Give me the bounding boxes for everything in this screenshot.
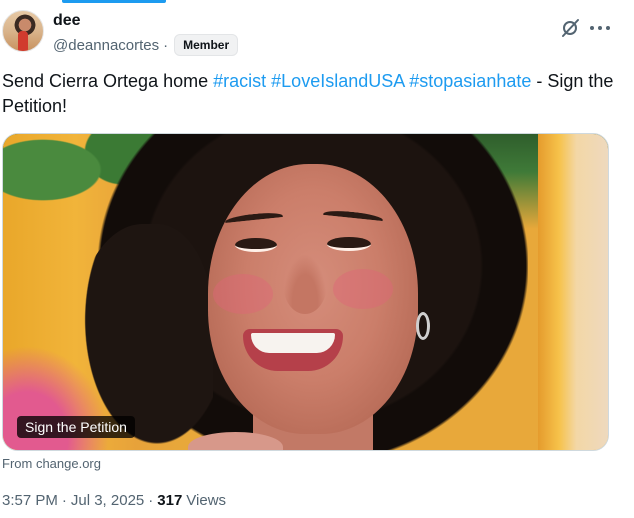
card-teeth: [251, 333, 335, 353]
card-title-label[interactable]: Sign the Petition: [17, 416, 135, 438]
name-row: dee: [53, 12, 81, 30]
card-mouth: [243, 329, 343, 371]
handle-separator: ·: [163, 36, 169, 54]
tweet-header: dee @deannacortes · Member: [0, 8, 634, 58]
tweet-date[interactable]: Jul 3, 2025: [71, 492, 144, 509]
meta-separator-2: ·: [148, 492, 154, 509]
top-accent-bar: [62, 0, 166, 3]
hashtag-loveislandusa[interactable]: #LoveIslandUSA: [271, 71, 404, 91]
card-eye-right: [327, 237, 371, 251]
avatar[interactable]: [2, 10, 44, 52]
tweet-meta: 3:57 PM · Jul 3, 2025 · 317 Views: [2, 492, 226, 509]
handle-row: @deannacortes · Member: [53, 34, 239, 56]
avatar-figure: [18, 31, 28, 51]
display-name[interactable]: dee: [53, 12, 81, 29]
card-earring: [416, 312, 430, 340]
card-eye-left: [235, 238, 277, 252]
tweet-text-plain: Send Cierra Ortega home: [2, 71, 209, 91]
views-label: Views: [186, 492, 227, 509]
more-options-icon[interactable]: [590, 20, 610, 36]
card-right-panel: [538, 134, 608, 450]
card-nose: [283, 254, 327, 314]
grok-icon[interactable]: [560, 18, 580, 38]
tweet-text: Send Cierra Ortega home #racist #LoveIsl…: [2, 69, 622, 119]
tweet-time[interactable]: 3:57 PM: [2, 492, 58, 509]
link-card[interactable]: Sign the Petition: [2, 133, 609, 451]
hashtag-racist[interactable]: #racist: [213, 71, 266, 91]
hashtag-stopasianhate[interactable]: #stopasianhate: [409, 71, 531, 91]
member-badge[interactable]: Member: [174, 34, 239, 56]
user-handle[interactable]: @deannacortes: [53, 37, 159, 54]
card-cheek-right: [333, 269, 393, 309]
views-count: 317: [157, 492, 183, 509]
card-source[interactable]: From change.org: [2, 456, 101, 471]
card-cheek-left: [213, 274, 273, 314]
meta-separator-1: ·: [61, 492, 67, 509]
